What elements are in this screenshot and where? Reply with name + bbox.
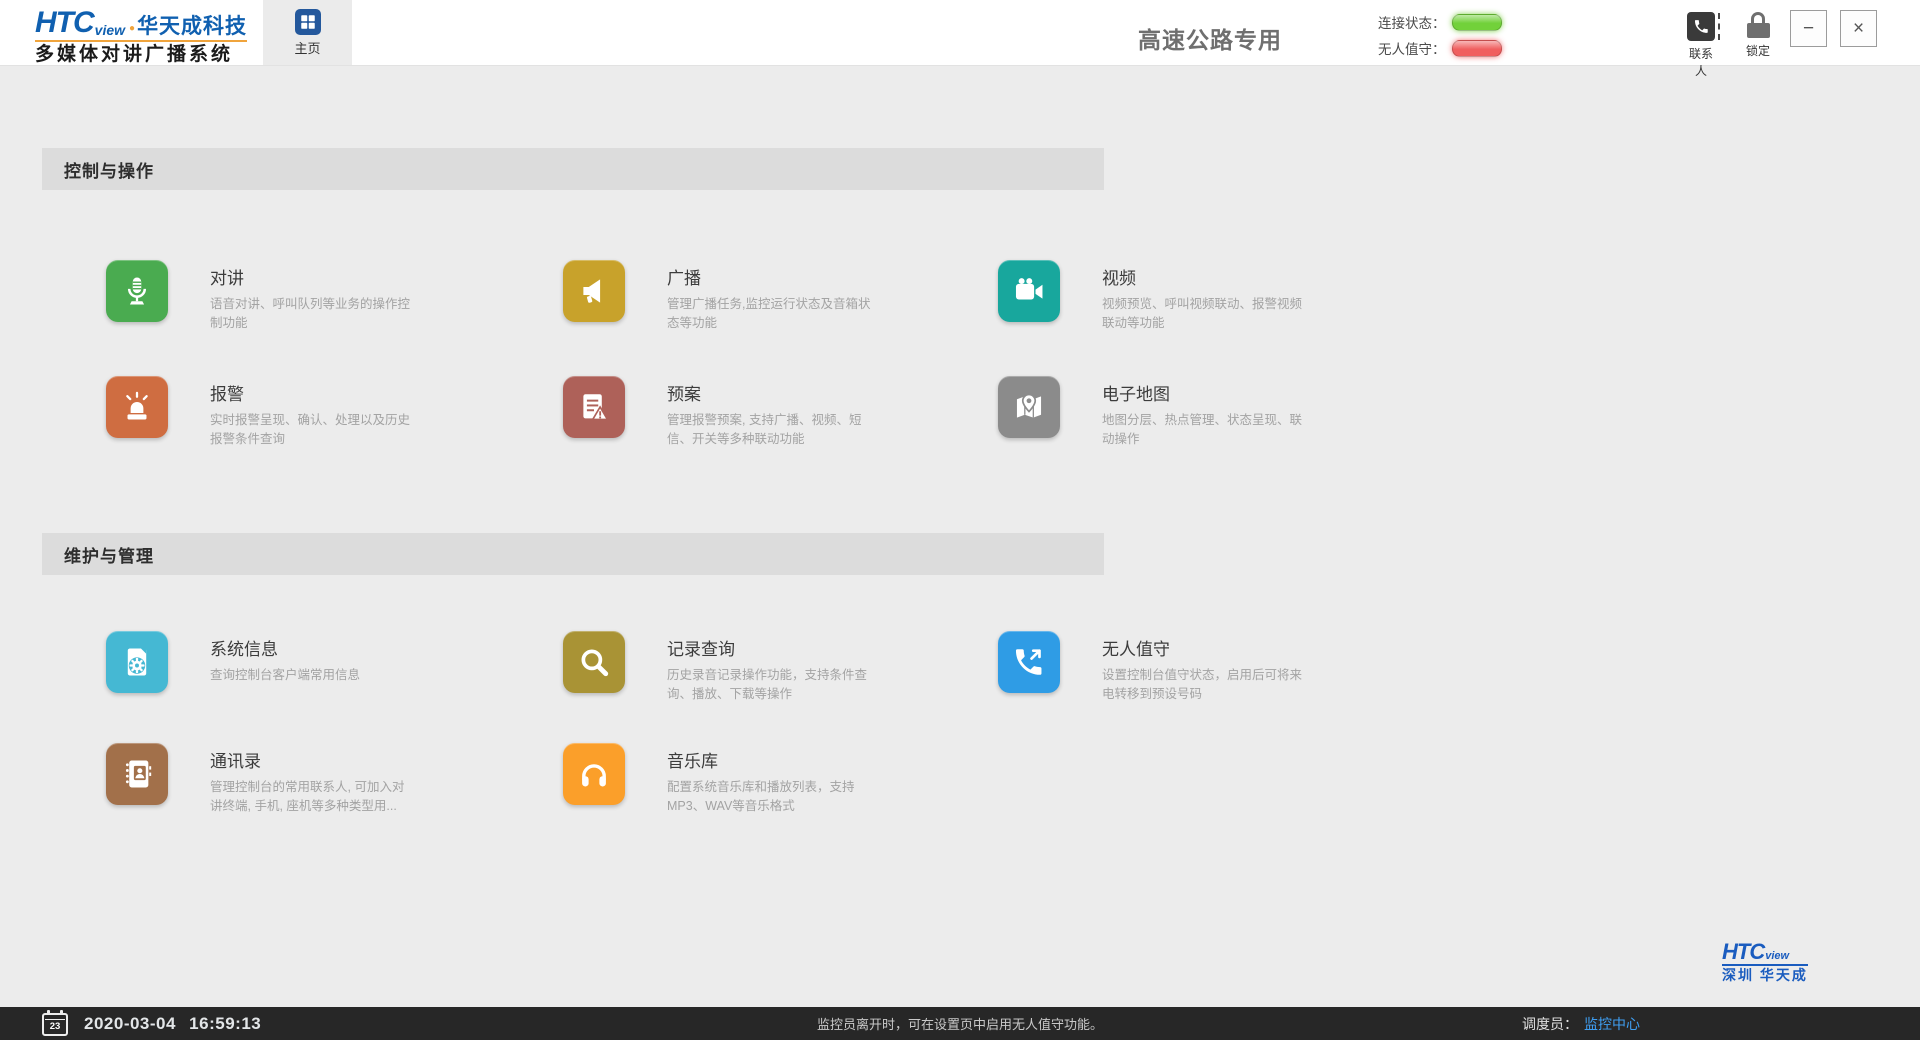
brand-view: view [95,23,125,37]
feature-desc: 地图分层、热点管理、状态呈现、联动操作 [1102,411,1308,450]
feature-desc: 实时报警呈现、确认、处理以及历史报警条件查询 [210,411,416,450]
feature-row: 系统信息 查询控制台客户端常用信息 记录查询 历史录音记录操作功能，支持条件查询… [42,631,1308,705]
brand-cn: 华天成科技 [137,16,247,37]
section-title: 控制与操作 [64,157,154,182]
header: HTCview ●华天成科技 多媒体对讲广播系统 主页 高速公路专用 连接状态： … [0,0,1920,66]
feature-desc: 语音对讲、呼叫队列等业务的操作控制功能 [210,295,416,334]
feature-title: 视频 [1102,264,1308,289]
app-title: 高速公路专用 [1138,21,1282,55]
contact-book-icon [106,743,168,805]
footer-bar: 23 2020-03-04 16:59:13 监控员离开时，可在设置页中启用无人… [0,1007,1920,1040]
feature-records[interactable]: 记录查询 历史录音记录操作功能，支持条件查询、播放、下载等操作 [563,631,998,705]
section-band-maintain: 维护与管理 [42,533,1104,575]
section-band-control: 控制与操作 [42,148,1104,190]
feature-unattended[interactable]: 无人值守 设置控制台值守状态，启用后可将来电转移到预设号码 [998,631,1308,705]
lock-button[interactable]: 锁定 [1741,12,1775,59]
feature-plan[interactable]: 预案 管理报警预案, 支持广播、视频、短信、开关等多种联动功能 [563,376,998,450]
unattended-status-indicator [1452,40,1502,57]
contacts-icon [1687,12,1715,41]
feature-music[interactable]: 音乐库 配置系统音乐库和播放列表，支持MP3、WAV等音乐格式 [563,743,998,817]
headphones-icon [563,743,625,805]
feature-video[interactable]: 视频 视频预览、呼叫视频联动、报警视频联动等功能 [998,260,1308,334]
feature-desc: 历史录音记录操作功能，支持条件查询、播放、下载等操作 [667,666,873,705]
feature-title: 电子地图 [1102,380,1308,405]
home-tab[interactable]: 主页 [263,0,352,65]
brand-htc: HTC [35,8,94,38]
feature-row: 报警 实时报警呈现、确认、处理以及历史报警条件查询 预案 管理报警预案, 支持广… [42,376,1308,450]
connection-status-row: 连接状态： [1378,11,1502,33]
phone-forward-icon [998,631,1060,693]
feature-title: 系统信息 [210,635,416,660]
feature-broadcast[interactable]: 广播 管理广播任务,监控运行状态及音箱状态等功能 [563,260,998,334]
megaphone-icon [563,260,625,322]
feature-desc: 管理控制台的常用联系人, 可加入对讲终端, 手机, 座机等多种类型用... [210,778,416,817]
plan-document-icon [563,376,625,438]
contacts-button[interactable]: 联系人 [1684,12,1718,79]
feature-desc: 管理报警预案, 支持广播、视频、短信、开关等多种联动功能 [667,411,873,450]
siren-icon [106,376,168,438]
feature-title: 音乐库 [667,747,873,772]
contacts-label: 联系人 [1684,45,1718,79]
system-info-icon [106,631,168,693]
lock-icon [1741,12,1775,38]
feature-title: 预案 [667,380,873,405]
feature-title: 通讯录 [210,747,416,772]
feature-title: 记录查询 [667,635,873,660]
brand-dot-icon: ● [129,24,135,34]
section-title: 维护与管理 [64,542,154,567]
dispatcher-label: 调度员： [1522,1016,1578,1032]
feature-sysinfo[interactable]: 系统信息 查询控制台客户端常用信息 [106,631,563,705]
close-button[interactable]: × [1840,10,1877,47]
search-icon [563,631,625,693]
feature-row: 通讯录 管理控制台的常用联系人, 可加入对讲终端, 手机, 座机等多种类型用..… [42,743,998,817]
feature-desc: 查询控制台客户端常用信息 [210,666,416,685]
feature-title: 报警 [210,380,416,405]
feature-emap[interactable]: 电子地图 地图分层、热点管理、状态呈现、联动操作 [998,376,1308,450]
status-block: 连接状态： 无人值守： [1378,11,1502,63]
dispatcher-link[interactable]: 监控中心 [1584,1016,1640,1032]
home-grid-icon [295,9,321,35]
feature-row: 对讲 语音对讲、呼叫队列等业务的操作控制功能 广播 管理广播任务,监控运行状态及… [42,260,1308,334]
lock-label: 锁定 [1741,42,1775,59]
map-pin-icon [998,376,1060,438]
feature-desc: 管理广播任务,监控运行状态及音箱状态等功能 [667,295,873,334]
dispatcher-block: 调度员： 监控中心 [1522,1014,1640,1034]
feature-desc: 视频预览、呼叫视频联动、报警视频联动等功能 [1102,295,1308,334]
brand-subtitle: 多媒体对讲广播系统 [35,45,247,64]
connection-status-indicator [1452,14,1502,31]
unattended-status-row: 无人值守： [1378,37,1502,59]
unattended-status-label: 无人值守： [1378,38,1446,58]
feature-desc: 设置控制台值守状态，启用后可将来电转移到预设号码 [1102,666,1308,705]
feature-alarm[interactable]: 报警 实时报警呈现、确认、处理以及历史报警条件查询 [106,376,563,450]
feature-contacts[interactable]: 通讯录 管理控制台的常用联系人, 可加入对讲终端, 手机, 座机等多种类型用..… [106,743,563,817]
feature-title: 无人值守 [1102,635,1308,660]
minimize-button[interactable]: − [1790,10,1827,47]
connection-status-label: 连接状态： [1378,12,1446,32]
watermark-view: view [1765,951,1789,962]
feature-title: 广播 [667,264,873,289]
home-tab-label: 主页 [263,38,352,57]
watermark-subtitle: 深圳 华天成 [1722,968,1808,982]
watermark-logo: HTCview 深圳 华天成 [1722,941,1808,982]
watermark-htc: HTC [1722,941,1764,963]
feature-desc: 配置系统音乐库和播放列表，支持MP3、WAV等音乐格式 [667,778,873,817]
video-camera-icon [998,260,1060,322]
brand-logo: HTCview ●华天成科技 多媒体对讲广播系统 [35,8,247,64]
microphone-icon [106,260,168,322]
feature-title: 对讲 [210,264,416,289]
feature-intercom[interactable]: 对讲 语音对讲、呼叫队列等业务的操作控制功能 [106,260,563,334]
